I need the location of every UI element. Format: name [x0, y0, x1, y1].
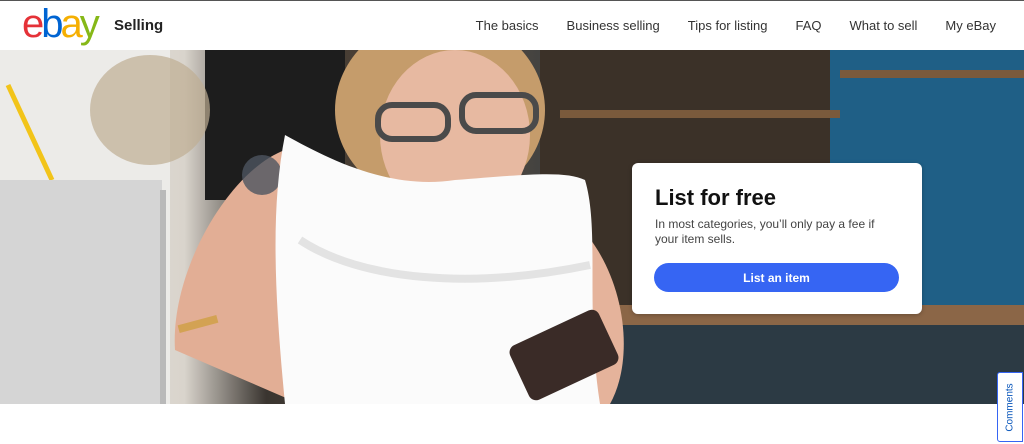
shelf-upper [840, 70, 1024, 78]
nav-my-ebay[interactable]: My eBay [945, 18, 996, 33]
section-label[interactable]: Selling [114, 17, 163, 34]
main-nav: The basics Business selling Tips for lis… [448, 18, 996, 33]
promo-card: List for free In most categories, you’ll… [632, 163, 922, 314]
laptop [0, 180, 162, 404]
page: e b a y Selling The basics Business sell… [0, 0, 1024, 444]
ebay-logo[interactable]: e b a y [22, 2, 100, 46]
shelf [560, 110, 840, 118]
list-an-item-button[interactable]: List an item [654, 263, 899, 292]
hero-banner: List for free In most categories, you’ll… [0, 50, 1024, 404]
promo-title: List for free [655, 185, 777, 210]
nav-what-to-sell[interactable]: What to sell [850, 18, 918, 33]
logo-letter-e: e [22, 2, 44, 46]
nav-faq[interactable]: FAQ [795, 18, 821, 33]
logo-letter-y: y [79, 2, 100, 46]
comments-tab[interactable]: Comments [997, 372, 1023, 442]
site-header: e b a y Selling The basics Business sell… [0, 1, 1024, 50]
logo-letter-a: a [60, 2, 83, 46]
nav-business-selling[interactable]: Business selling [567, 18, 660, 33]
nav-the-basics[interactable]: The basics [476, 18, 539, 33]
logo-letter-b: b [41, 2, 63, 46]
tattoo [242, 155, 282, 195]
dried-plant [90, 55, 210, 165]
nav-tips-for-listing[interactable]: Tips for listing [688, 18, 768, 33]
promo-text: In most categories, you’ll only pay a fe… [655, 217, 875, 246]
laptop-edge [160, 190, 166, 404]
counter-front [600, 325, 1024, 404]
comments-tab-label: Comments [1004, 382, 1016, 432]
